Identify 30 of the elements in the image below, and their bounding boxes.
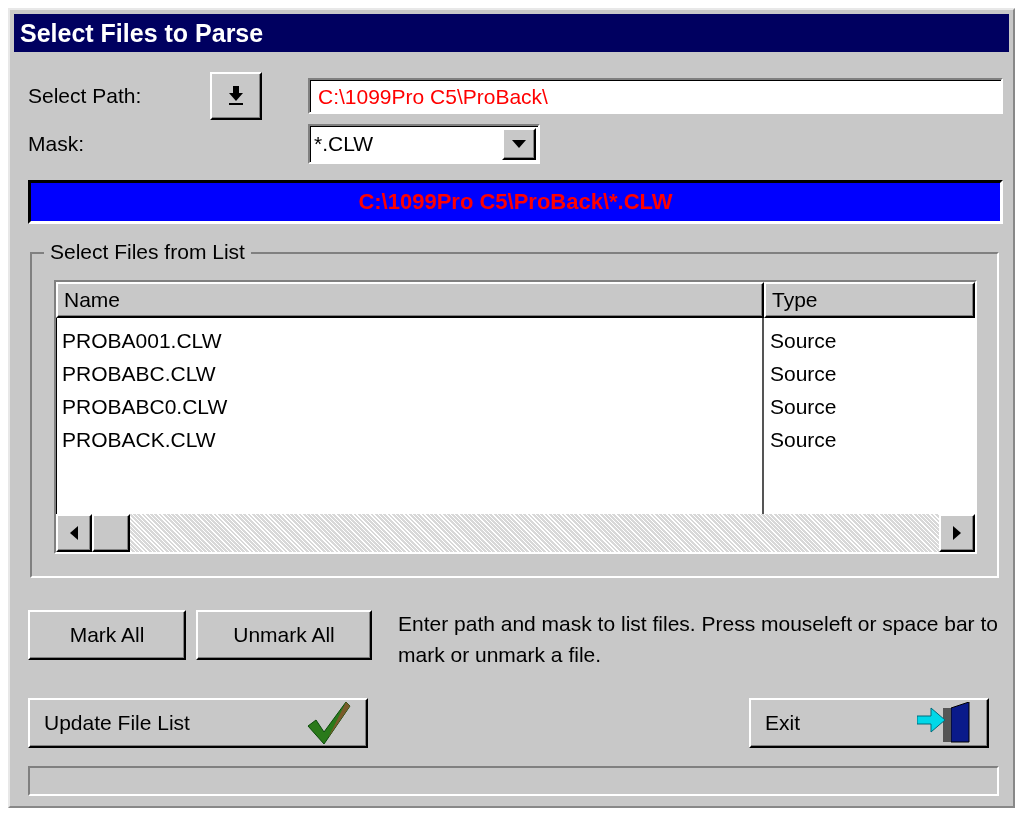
download-arrow-icon — [228, 86, 244, 106]
current-path-bar: C:\1099Pro C5\ProBack\*.CLW — [28, 180, 1003, 224]
exit-button[interactable]: Exit — [749, 698, 989, 748]
checkmark-icon — [306, 700, 352, 746]
update-file-list-button[interactable]: Update File List — [28, 698, 368, 748]
table-cell-text: Source — [770, 328, 838, 354]
unmark-all-button[interactable]: Unmark All — [196, 610, 372, 660]
table-cell-text: PROBABC0.CLW — [62, 394, 229, 420]
mark-all-button[interactable]: Mark All — [28, 610, 186, 660]
exit-door-icon — [917, 702, 973, 744]
table-cell-text: Source — [770, 394, 838, 420]
right-arrow-icon — [953, 526, 961, 540]
window-title: Select Files to Parse — [14, 14, 1009, 52]
mask-dropdown[interactable]: *.CLW — [308, 124, 540, 164]
dropdown-arrow-icon — [512, 140, 526, 148]
table-cell-text: PROBACK.CLW — [62, 427, 217, 453]
table-cell-text: PROBABC.CLW — [62, 361, 217, 387]
column-header[interactable]: Type — [764, 282, 975, 318]
table-cell-text: Source — [770, 361, 838, 387]
left-arrow-icon — [70, 526, 78, 540]
scrollbar-thumb[interactable] — [92, 514, 130, 552]
column-header[interactable]: Name — [56, 282, 764, 318]
horizontal-scrollbar[interactable] — [56, 514, 975, 552]
browse-button[interactable] — [210, 72, 262, 120]
table-cell-text: PROBA001.CLW — [62, 328, 223, 354]
path-label: Select Path: — [28, 84, 143, 108]
hint-text: Enter path and mask to list files. Press mouseleft or space bar to mark or unmark a file. — [397, 611, 998, 668]
path-field[interactable]: C:\1099Pro C5\ProBack\ — [308, 78, 1003, 114]
table-cell-text: Source — [770, 427, 838, 453]
mask-label: Mask: — [28, 132, 85, 156]
